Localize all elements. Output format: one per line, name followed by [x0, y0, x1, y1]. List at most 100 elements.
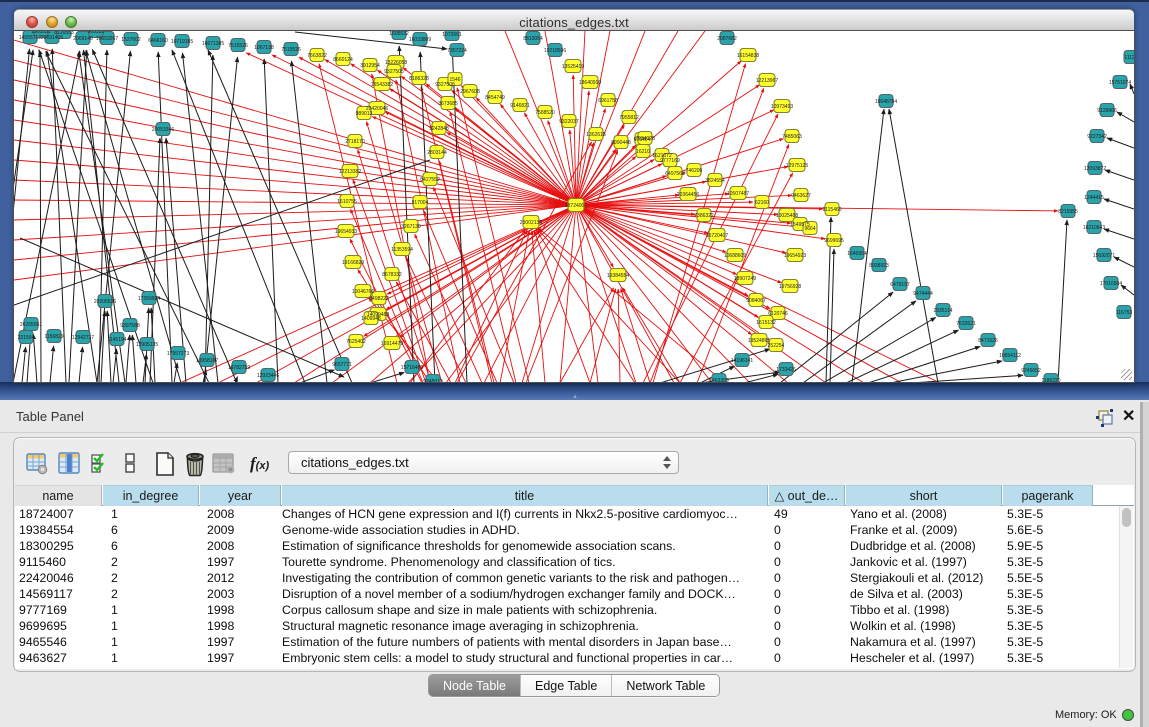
svg-text:9242848: 9242848 — [429, 126, 449, 132]
svg-text:8678332: 8678332 — [382, 272, 402, 278]
svg-text:9664: 9664 — [804, 226, 815, 232]
svg-text:14055712: 14055712 — [19, 35, 41, 41]
svg-text:20053346: 20053346 — [152, 127, 174, 133]
svg-text:9777169: 9777169 — [660, 158, 680, 164]
svg-text:10046766: 10046766 — [352, 289, 374, 295]
svg-text:10688609: 10688609 — [724, 253, 746, 259]
svg-text:10719185: 10719185 — [171, 39, 193, 45]
svg-text:15716485: 15716485 — [401, 365, 423, 371]
svg-text:2803144: 2803144 — [427, 150, 447, 156]
svg-text:9084067: 9084067 — [746, 298, 766, 304]
svg-text:11353594: 11353594 — [391, 247, 413, 253]
svg-text:989013: 989013 — [356, 111, 373, 117]
svg-text:3673685: 3673685 — [438, 101, 458, 107]
svg-text:15751074: 15751074 — [1109, 80, 1131, 86]
svg-text:18640910: 18640910 — [579, 80, 601, 86]
svg-text:12923446: 12923446 — [257, 373, 279, 379]
svg-text:19166829: 19166829 — [342, 260, 364, 266]
svg-text:8120553: 8120553 — [54, 31, 74, 36]
svg-text:7625402: 7625402 — [346, 339, 366, 345]
svg-text:16154838: 16154838 — [737, 53, 759, 59]
svg-text:16210643: 16210643 — [1083, 225, 1105, 231]
svg-text:19218506: 19218506 — [544, 48, 566, 54]
svg-text:9146821: 9146821 — [510, 103, 530, 109]
svg-text:9129966: 9129966 — [1097, 108, 1117, 114]
svg-text:17016504: 17016504 — [1100, 281, 1122, 287]
svg-text:10025488: 10025488 — [776, 213, 798, 219]
svg-text:1615132: 1615132 — [756, 320, 776, 326]
svg-text:1640954: 1640954 — [847, 251, 867, 257]
svg-text:17957273: 17957273 — [167, 351, 189, 357]
svg-text:12942737: 12942737 — [72, 335, 94, 341]
svg-text:1905531: 1905531 — [31, 31, 51, 35]
svg-text:1409948: 1409948 — [361, 316, 381, 322]
svg-text:9699695: 9699695 — [824, 238, 844, 244]
svg-text:16210: 16210 — [636, 149, 650, 155]
svg-text:19654933: 19654933 — [335, 229, 357, 235]
svg-text:2087682: 2087682 — [717, 36, 737, 42]
svg-text:13525419: 13525419 — [562, 64, 584, 70]
svg-text:1546: 1546 — [449, 77, 460, 83]
svg-text:3912954: 3912954 — [360, 63, 380, 69]
svg-text:9245652: 9245652 — [1021, 368, 1041, 374]
svg-text:12905135: 12905135 — [136, 342, 158, 348]
svg-text:18724007: 18724007 — [565, 203, 587, 209]
svg-text:8186328: 8186328 — [409, 76, 429, 82]
svg-text:16543382: 16543382 — [371, 82, 393, 88]
svg-text:1244415: 1244415 — [1084, 195, 1104, 201]
svg-text:20206536: 20206536 — [94, 299, 116, 305]
svg-text:7588520: 7588520 — [535, 110, 555, 116]
svg-text:7632621: 7632621 — [956, 321, 976, 327]
svg-text:7357224: 7357224 — [447, 48, 467, 54]
svg-text:6497568: 6497568 — [665, 171, 685, 177]
svg-text:12213382: 12213382 — [339, 169, 361, 175]
svg-text:9463627: 9463627 — [791, 193, 811, 199]
svg-text:13226058: 13226058 — [385, 60, 407, 66]
svg-text:917004: 917004 — [412, 200, 429, 206]
svg-text:252254: 252254 — [768, 343, 785, 349]
svg-text:6479197: 6479197 — [890, 282, 910, 288]
svg-text:10973493: 10973493 — [771, 104, 793, 110]
svg-text:17359924: 17359924 — [138, 296, 160, 302]
svg-text:2718170: 2718170 — [345, 139, 365, 145]
svg-text:905531: 905531 — [88, 31, 105, 35]
svg-text:7515526: 7515526 — [281, 47, 301, 53]
svg-text:746206: 746206 — [686, 168, 703, 174]
svg-text:18907249: 18907249 — [734, 276, 756, 282]
svg-text:8215955: 8215955 — [1058, 209, 1078, 215]
svg-text:8938923: 8938923 — [869, 263, 889, 269]
svg-text:9322037: 9322037 — [559, 119, 579, 125]
svg-text:11123: 11123 — [1124, 55, 1134, 61]
svg-text:1156829: 1156829 — [44, 334, 63, 340]
svg-text:16671385: 16671385 — [202, 41, 224, 47]
svg-text:10653267: 10653267 — [96, 36, 118, 42]
svg-text:15720407: 15720407 — [706, 233, 728, 239]
svg-text:1610755: 1610755 — [337, 199, 357, 205]
svg-text:8427552: 8427552 — [420, 177, 440, 183]
svg-text:12093872: 12093872 — [1084, 166, 1106, 172]
svg-text:16648784: 16648784 — [875, 99, 897, 105]
svg-text:2935114: 2935114 — [933, 308, 952, 314]
svg-text:9245013: 9245013 — [423, 379, 443, 382]
svg-text:14196141: 14196141 — [731, 358, 753, 364]
svg-text:16782759: 16782759 — [228, 365, 250, 371]
svg-text:2967608: 2967608 — [460, 89, 480, 95]
svg-text:16033809: 16033809 — [409, 37, 431, 43]
svg-text:9327505: 9327505 — [384, 69, 404, 75]
svg-text:1362615: 1362615 — [586, 132, 606, 138]
svg-text:10507487: 10507487 — [727, 191, 749, 197]
svg-text:4498222: 4498222 — [369, 296, 389, 302]
svg-text:9227342: 9227342 — [1087, 134, 1107, 140]
svg-text:8660124: 8660124 — [333, 57, 353, 63]
svg-text:1605532: 1605532 — [389, 31, 409, 37]
svg-text:19384554: 19384554 — [607, 273, 629, 279]
svg-text:9397588: 9397588 — [120, 323, 140, 329]
svg-text:12975125: 12975125 — [786, 163, 808, 169]
svg-text:7955812: 7955812 — [619, 115, 639, 121]
svg-text:6961758: 6961758 — [598, 98, 618, 104]
svg-text:19654923: 19654923 — [784, 253, 806, 259]
svg-text:1463309: 1463309 — [709, 378, 729, 382]
svg-text:7934028: 7934028 — [635, 136, 655, 142]
svg-text:26265061: 26265061 — [20, 322, 42, 328]
svg-text:8990448: 8990448 — [611, 140, 631, 146]
